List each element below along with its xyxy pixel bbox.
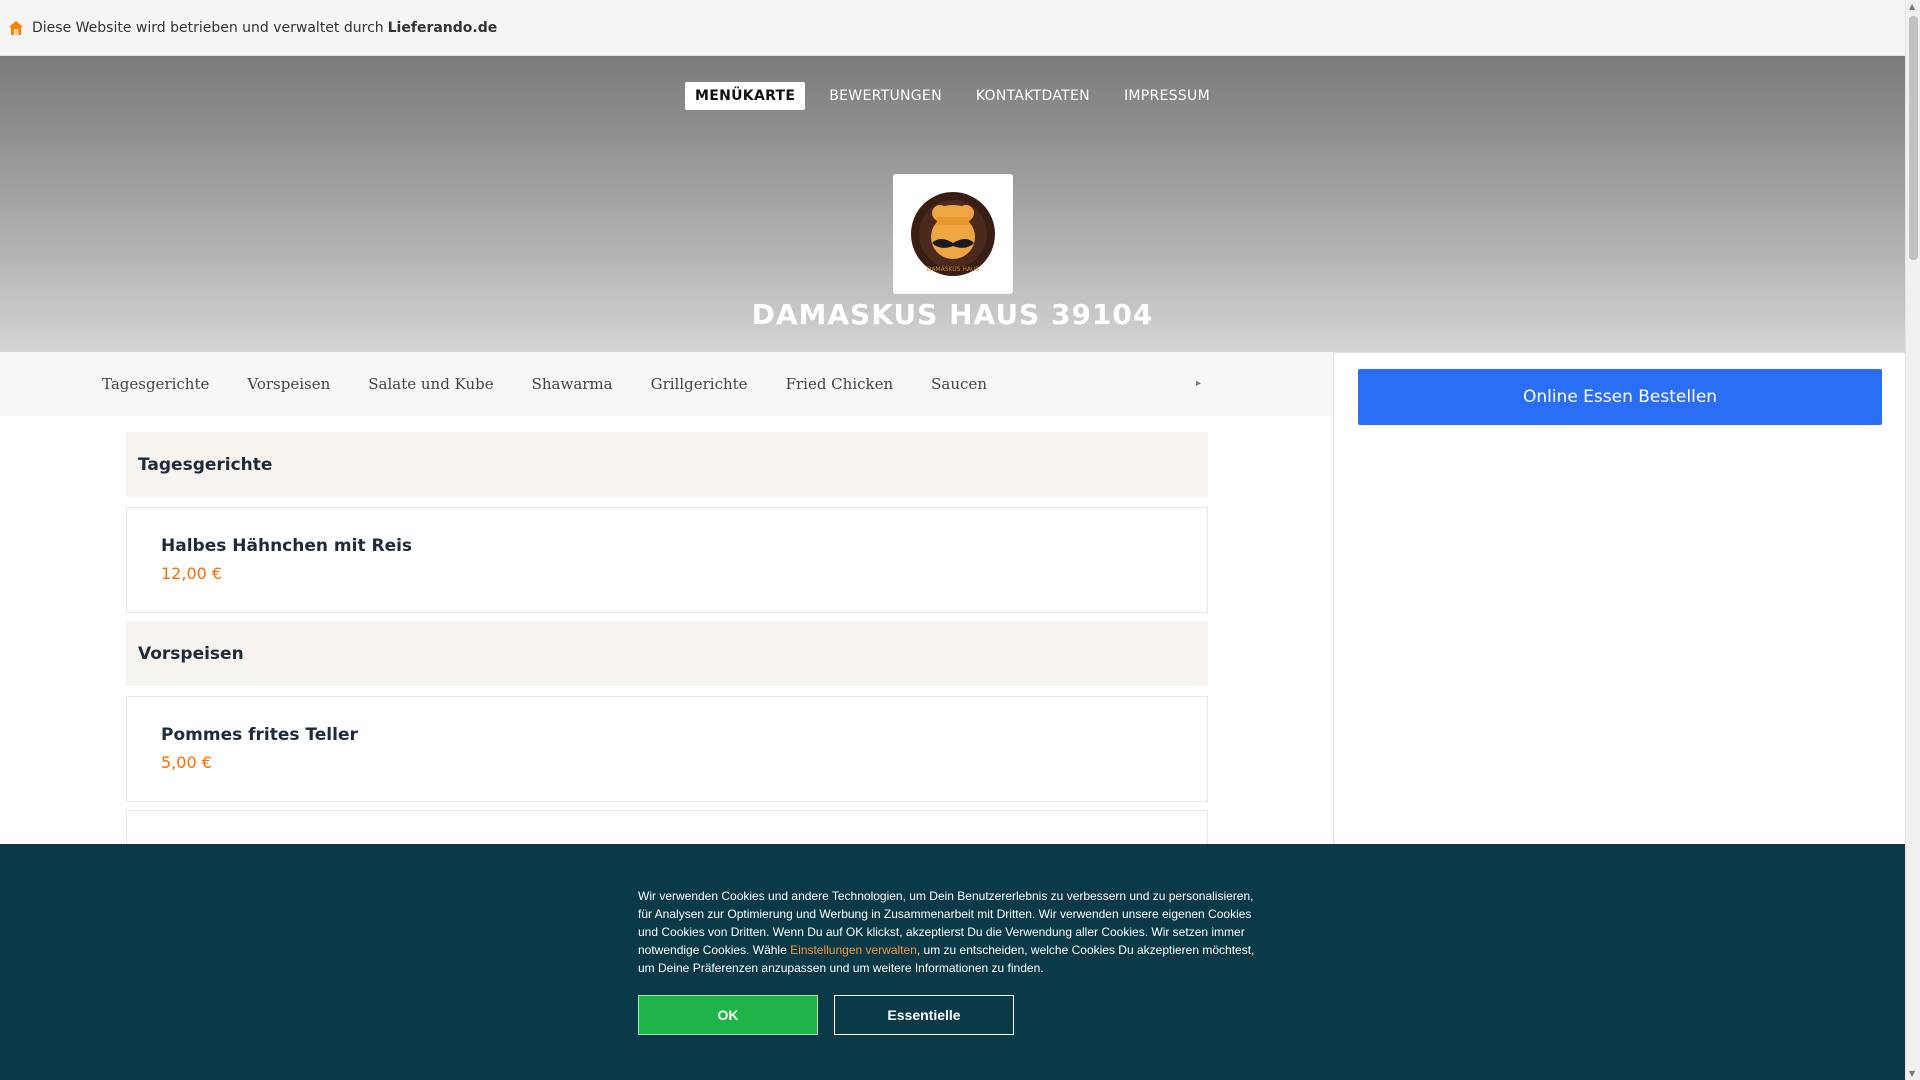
nav-imprint[interactable]: IMPRESSUM: [1114, 82, 1220, 110]
scroll-down-icon[interactable]: ▼: [1909, 1069, 1915, 1078]
menu-item-name: Pommes frites Teller: [161, 725, 358, 745]
operator-info-bar: Diese Website wird betrieben und verwalt…: [0, 0, 1905, 56]
home-icon: [9, 20, 23, 35]
menu-item-price: 5,00 €: [161, 753, 212, 772]
category-shawarma[interactable]: Shawarma: [532, 375, 613, 393]
cookie-settings-link[interactable]: Einstellungen verwalten: [790, 943, 917, 957]
menu-item-price: 12,00 €: [161, 564, 223, 583]
operator-brand: Lieferando.de: [387, 19, 498, 36]
scrollbar-thumb[interactable]: [1909, 16, 1918, 260]
hero-header: MENÜKARTE BEWERTUNGEN KONTAKTDATEN IMPRE…: [0, 56, 1905, 352]
category-saucen[interactable]: Saucen: [931, 375, 987, 393]
category-grillgerichte[interactable]: Grillgerichte: [651, 375, 748, 393]
nav-reviews[interactable]: BEWERTUNGEN: [819, 82, 952, 110]
chef-mustache-logo-icon: DAMASKUS HAUS: [911, 192, 995, 276]
nav-menu[interactable]: MENÜKARTE: [685, 82, 806, 110]
main-nav: MENÜKARTE BEWERTUNGEN KONTAKTDATEN IMPRE…: [0, 82, 1905, 110]
restaurant-logo: DAMASKUS HAUS: [893, 174, 1013, 294]
order-online-button[interactable]: Online Essen Bestellen: [1358, 369, 1882, 425]
cookie-essential-button[interactable]: Essentielle: [834, 995, 1014, 1035]
category-nav: Tagesgerichte Vorspeisen Salate und Kube…: [0, 352, 1333, 416]
svg-text:DAMASKUS HAUS: DAMASKUS HAUS: [927, 266, 980, 273]
section-heading-vorspeisen: Vorspeisen: [126, 621, 1208, 686]
cookie-banner: Wir verwenden Cookies und andere Technol…: [0, 844, 1905, 1080]
category-tagesgerichte[interactable]: Tagesgerichte: [102, 375, 209, 393]
cookie-text: Wir verwenden Cookies und andere Technol…: [638, 887, 1258, 977]
cookie-ok-button[interactable]: OK: [638, 995, 818, 1035]
page-scrollbar[interactable]: ▲ ▼: [1905, 0, 1920, 1080]
menu-item[interactable]: Pommes frites Teller 5,00 €: [126, 696, 1208, 802]
menu-item-name: Halbes Hähnchen mit Reis: [161, 536, 413, 556]
section-heading-tagesgerichte: Tagesgerichte: [126, 432, 1208, 497]
restaurant-name: DAMASKUS HAUS 39104: [751, 298, 1154, 331]
menu-item[interactable]: Halbes Hähnchen mit Reis 12,00 €: [126, 507, 1208, 613]
scroll-up-icon[interactable]: ▲: [1909, 2, 1915, 11]
category-fried-chicken[interactable]: Fried Chicken: [786, 375, 894, 393]
nav-contact[interactable]: KONTAKTDATEN: [966, 82, 1100, 110]
chevron-right-icon[interactable]: ▸: [1196, 378, 1201, 389]
category-vorspeisen[interactable]: Vorspeisen: [247, 375, 330, 393]
operator-text: Diese Website wird betrieben und verwalt…: [32, 19, 384, 36]
category-salate-und-kube[interactable]: Salate und Kube: [368, 375, 493, 393]
